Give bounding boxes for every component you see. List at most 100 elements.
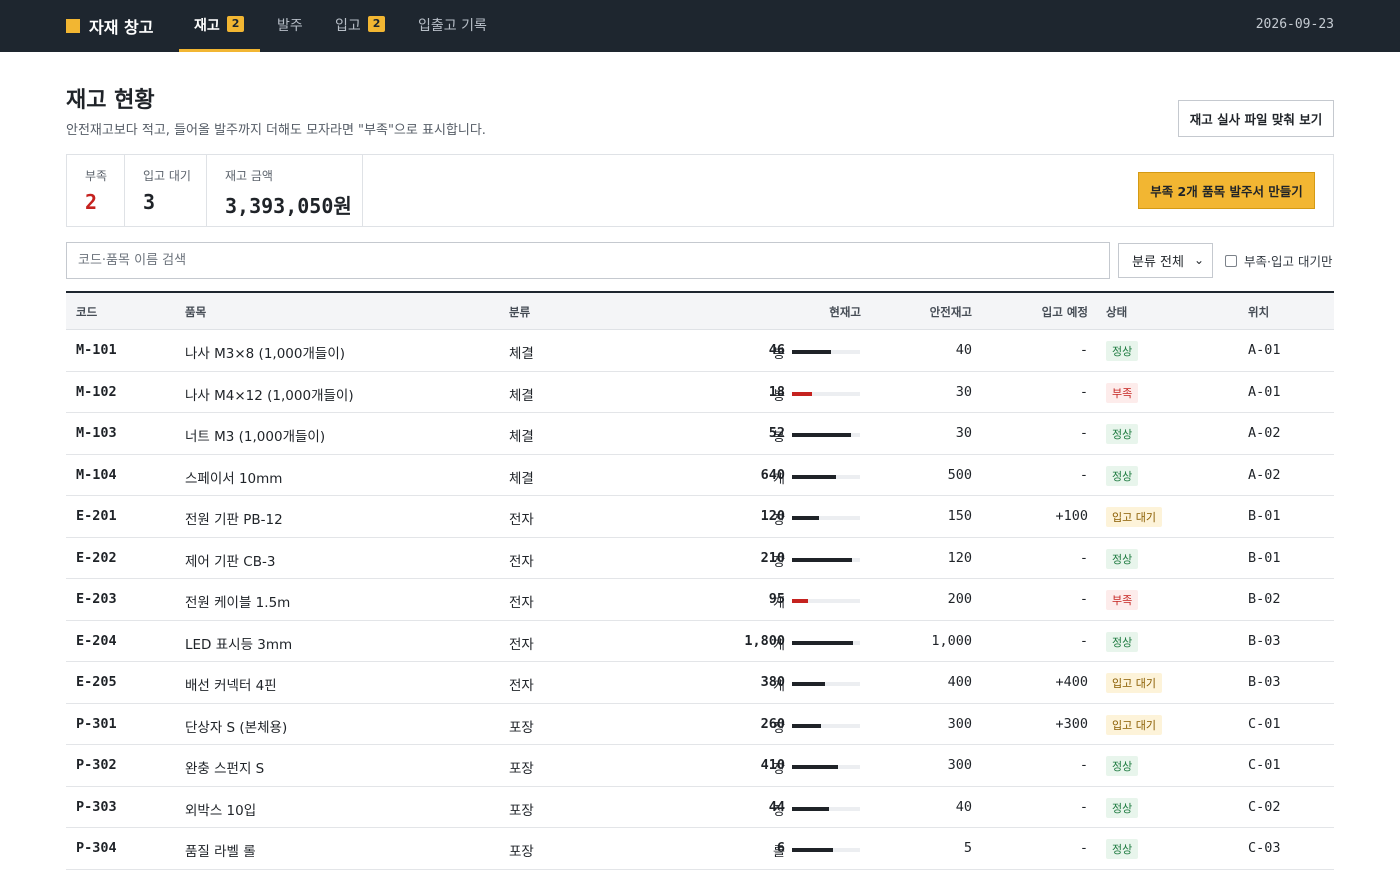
table-row[interactable]: P-301 단상자 S (본체용) 포장 260 장 300 +300 입고 대기 C-01 [66,704,1334,745]
stock-level-bar [792,640,860,645]
table-row[interactable]: E-202 제어 기판 CB-3 전자 210 장 120- 정상 B-01 [66,538,1334,579]
audit-file-button[interactable]: 재고 실사 파일 맞춰 보기 [1178,100,1334,137]
only-issues-label: 부족·입고 대기만 [1244,254,1333,269]
header-location[interactable]: 위치 [1248,304,1269,320]
tab-label: 재고 [194,18,220,34]
item-safety-stock: 200 [947,591,972,607]
header-code[interactable]: 코드 [76,304,97,320]
header-safety-stock[interactable]: 안전재고 [930,304,972,320]
item-name: 너트 M3 (1,000개들이) [185,429,326,445]
item-unit: 봉 [773,388,785,404]
stock-level-bar [792,350,860,354]
status-badge: 정상 [1106,548,1139,569]
item-unit: 개 [773,596,785,611]
item-code: E-204 [76,632,117,649]
item-location: A-02 [1248,466,1281,483]
only-issues-checkbox[interactable] [1225,254,1237,267]
item-location: B-01 [1248,508,1281,524]
table-row[interactable]: P-304 품질 라벨 롤 포장 6 롤 5- 정상 C-03 [66,828,1334,870]
tab-inventory[interactable]: 재고 2 [179,0,260,52]
brand-logo-icon [66,19,80,33]
header-stock[interactable]: 현재고 [829,304,861,320]
search-input[interactable] [66,242,1110,279]
header-name[interactable]: 품목 [185,304,206,320]
item-category: 전자 [509,678,534,694]
item-name: 나사 M4×12 (1,000개들이) [185,387,354,404]
item-code: M-103 [76,425,117,441]
stock-level-fill [792,557,852,562]
table-row[interactable]: E-204 LED 표시등 3mm 전자 1,800 개 1,000- 정상 B-03 [66,621,1334,662]
item-name: 제어 기판 CB-3 [185,553,276,570]
item-incoming: +400 [1055,674,1088,690]
item-unit: 장 [773,720,785,736]
create-order-button[interactable]: 부족 2개 품목 발주서 만들기 [1138,172,1315,209]
table-row[interactable]: M-104 스페이서 10mm 체결 640 개 500- 정상 A-02 [66,455,1334,496]
header-category[interactable]: 분류 [509,304,530,320]
header-incoming[interactable]: 입고 예정 [1042,304,1088,320]
item-incoming: - [1079,383,1088,400]
table-row[interactable]: E-203 전원 케이블 1.5m 전자 95 개 200- 부족 B-02 [66,579,1334,621]
status-badge: 입고 대기 [1106,507,1162,527]
top-navbar: 자재 창고 재고 2 발주 입고 2 입출고 기록 2026-09-23 [0,0,1400,52]
item-unit: 봉 [773,430,785,445]
item-category: 포장 [509,719,534,736]
item-unit: 개 [773,637,785,653]
table-row[interactable]: M-101 나사 M3×8 (1,000개들이) 체결 46 봉 40- 정상 A-01 [66,330,1334,372]
table-row[interactable]: P-303 외박스 10입 포장 44 장 40- 정상 C-02 [66,787,1334,828]
item-name: 전원 기판 PB-12 [185,512,283,528]
item-location: A-01 [1248,383,1281,400]
stat-awaiting: 입고 대기 3 [125,155,207,226]
table-row[interactable]: M-102 나사 M4×12 (1,000개들이) 체결 18 봉 30- 부족 A-01 [66,372,1334,413]
item-unit: 개 [773,679,785,694]
stock-level-fill [792,350,832,354]
table-row[interactable]: M-103 너트 M3 (1,000개들이) 체결 52 봉 30- 정상 A-02 [66,413,1334,455]
item-name: 단상자 S (본체용) [185,719,288,736]
item-code: M-104 [76,466,117,483]
item-safety-stock: 40 [955,342,972,358]
category-select[interactable]: 분류 전체 ⌄ [1118,243,1213,278]
item-location: C-03 [1248,840,1281,856]
item-code: P-301 [76,715,117,732]
table-row[interactable]: P-302 완충 스펀지 S 포장 410 장 300- 정상 C-01 [66,745,1334,787]
item-location: B-02 [1248,591,1281,607]
stock-level-fill [792,433,852,437]
stock-level-bar [792,391,860,396]
tab-count-badge: 2 [226,16,245,32]
tab-orders[interactable]: 발주 [277,0,303,52]
status-badge: 정상 [1106,839,1139,859]
item-safety-stock: 150 [947,508,972,524]
status-badge: 정상 [1106,424,1139,444]
tab-receiving[interactable]: 입고 2 [335,0,386,52]
summary-panel: 부족 2 입고 대기 3 재고 금액 3,393,050원 부족 2개 품목 발… [66,154,1334,227]
item-incoming: - [1079,342,1088,358]
item-safety-stock: 500 [947,466,972,483]
brand[interactable]: 자재 창고 [66,0,153,52]
header-status[interactable]: 상태 [1106,304,1127,320]
stock-level-bar [792,806,860,811]
only-issues-toggle[interactable]: 부족·입고 대기만 [1225,251,1332,270]
stock-level-bar [792,723,860,728]
table-row[interactable]: E-201 전원 기판 PB-12 전자 120 장 150 +100 입고 대기 B-01 [66,496,1334,538]
status-badge: 입고 대기 [1106,673,1162,693]
stock-level-fill [792,516,820,520]
status-badge: 부족 [1106,382,1139,403]
item-safety-stock: 30 [955,383,972,400]
item-code: P-302 [76,757,117,773]
stock-level-fill [792,765,839,769]
item-safety-stock: 120 [947,549,972,566]
item-incoming: - [1079,591,1088,607]
item-incoming: +100 [1055,508,1088,524]
stat-value: 3 [143,190,156,214]
item-code: P-304 [76,840,117,856]
current-date: 2026-09-23 [1255,17,1334,32]
stat-label: 입고 대기 [143,169,191,183]
tab-history[interactable]: 입출고 기록 [418,0,487,52]
stock-level-fill [792,599,809,603]
stat-shortage: 부족 2 [67,155,125,226]
item-safety-stock: 30 [955,425,972,441]
stock-level-bar [792,848,860,852]
status-badge: 정상 [1106,341,1139,361]
item-name: 전원 케이블 1.5m [185,595,291,611]
item-safety-stock: 300 [947,757,972,773]
table-row[interactable]: E-205 배선 커넥터 4핀 전자 380 개 400 +400 입고 대기 B-03 [66,662,1334,704]
